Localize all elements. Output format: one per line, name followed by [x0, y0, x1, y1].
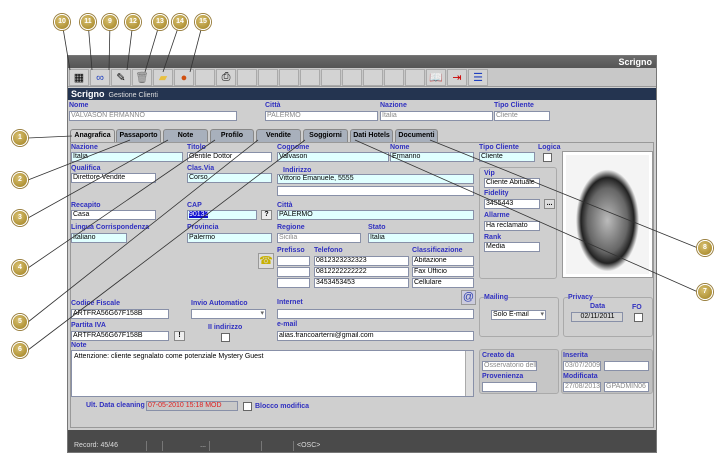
callout-badge: 14	[172, 14, 188, 30]
callout-badge: 4	[12, 260, 28, 276]
callout-badge: 2	[12, 172, 28, 188]
callout-line	[27, 139, 259, 323]
callout-badge: 1	[12, 130, 28, 146]
callout-badge: 5	[12, 314, 28, 330]
callout-badge: 15	[195, 14, 211, 30]
callout-badge: 9	[102, 14, 118, 30]
callout-badge: 12	[125, 14, 141, 30]
callout-badge: 6	[12, 342, 28, 358]
callout-badge: 7	[697, 284, 713, 300]
callout-lines	[27, 21, 699, 351]
callout-badge: 3	[12, 210, 28, 226]
callout-line	[27, 139, 216, 269]
callout-badge: 13	[152, 14, 168, 30]
callout-line	[27, 135, 73, 139]
callout-line	[354, 139, 699, 293]
callout-badge: 11	[80, 14, 96, 30]
callout-badge: 10	[54, 14, 70, 30]
callout-line	[27, 139, 169, 219]
callout-line	[27, 139, 131, 181]
callout-line	[429, 139, 699, 249]
callout-badge: 8	[697, 240, 713, 256]
callout-line	[27, 139, 306, 351]
